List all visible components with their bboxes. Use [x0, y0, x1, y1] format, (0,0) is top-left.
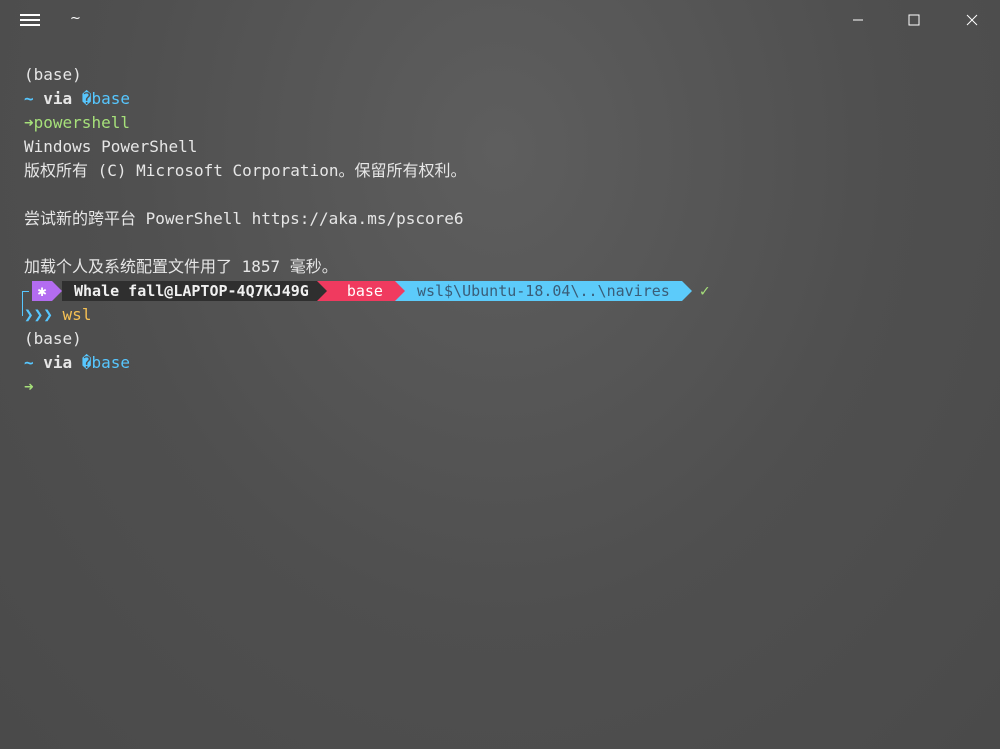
close-button[interactable]	[944, 0, 1000, 40]
terminal-line: 尝试新的跨平台 PowerShell https://aka.ms/pscore…	[24, 207, 984, 231]
python-glyph-icon: �	[81, 89, 92, 108]
prompt-arrow-icon: ➜	[24, 377, 34, 396]
prompt-via: via	[43, 89, 73, 108]
hamburger-menu-icon	[20, 14, 40, 26]
prompt-arrow-icon: ➜	[24, 113, 34, 132]
segment-separator-icon	[681, 281, 692, 301]
terminal-line: 加载个人及系统配置文件用了 1857 毫秒。	[24, 255, 984, 279]
terminal-line: ➜ powershell	[24, 111, 984, 135]
segment-separator-icon	[394, 281, 405, 301]
menu-button[interactable]	[12, 8, 48, 32]
title-bar: ~	[0, 0, 1000, 40]
prompt-via: via	[43, 353, 73, 372]
command-text: powershell	[33, 113, 130, 132]
terminal-line: (base)	[24, 327, 984, 351]
output-text: Windows PowerShell	[24, 137, 198, 156]
close-icon	[966, 14, 978, 26]
maximize-button[interactable]	[886, 0, 942, 40]
terminal-line: ❯❯❯ wsl	[24, 303, 984, 327]
prompt-tilde: ~	[24, 89, 34, 108]
prompt-env-name: base	[91, 89, 130, 108]
terminal-line: ➜	[24, 375, 984, 399]
minimize-button[interactable]	[830, 0, 886, 40]
output-text: 加载个人及系统配置文件用了 1857 毫秒。	[24, 257, 338, 276]
terminal-line: Windows PowerShell	[24, 135, 984, 159]
segment-separator-icon	[52, 281, 62, 301]
prompt-tilde: ~	[24, 353, 34, 372]
terminal-line: ~ via � base	[24, 351, 984, 375]
terminal-line: 版权所有 (C) Microsoft Corporation。保留所有权利。	[24, 159, 984, 183]
terminal-output[interactable]: (base) ~ via � base ➜ powershell Windows…	[22, 63, 984, 399]
prompt-user-host: Whale fall@LAPTOP-4Q7KJ49G	[62, 281, 317, 301]
minimize-icon	[853, 19, 863, 21]
python-glyph-icon: �	[81, 353, 92, 372]
prompt-env-segment: base	[326, 281, 395, 301]
terminal-line: (base)	[24, 63, 984, 87]
os-icon: ✱	[32, 281, 52, 301]
status-check-icon: ✓	[699, 281, 710, 300]
terminal-line: ~ via � base	[24, 87, 984, 111]
conda-env-text: (base)	[24, 329, 82, 348]
conda-env-text: (base)	[24, 65, 82, 84]
prompt-path-segment: wsl$\Ubuntu-18.04\..\navires	[404, 281, 682, 301]
segment-separator-icon	[316, 281, 327, 301]
output-text: 版权所有 (C) Microsoft Corporation。保留所有权利。	[24, 161, 467, 180]
powerline-prompt: ✱ Whale fall@LAPTOP-4Q7KJ49G base wsl$\U…	[22, 279, 984, 316]
maximize-icon	[908, 14, 920, 26]
tab-title[interactable]: ~	[70, 11, 81, 26]
prompt-bracket-icon	[22, 291, 29, 316]
command-text: wsl	[62, 305, 92, 324]
prompt-env-name: base	[91, 353, 130, 372]
output-text: 尝试新的跨平台 PowerShell https://aka.ms/pscore…	[24, 209, 464, 228]
